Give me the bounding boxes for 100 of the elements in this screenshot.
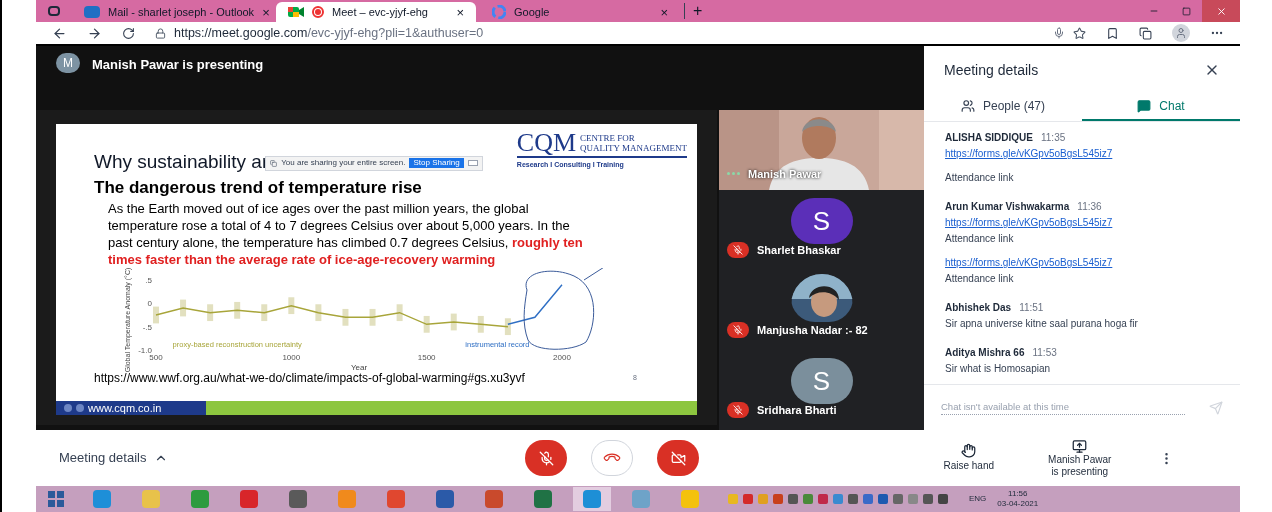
browser-tab[interactable]: Google × (480, 2, 680, 22)
tab-title: Mail - sharlet joseph - Outlook (108, 4, 255, 20)
participant-name: Sridhara Bharti (757, 403, 837, 418)
error-bar (450, 313, 457, 331)
clock[interactable]: 11:56 03-04-2021 (997, 489, 1039, 509)
present-icon (1072, 438, 1088, 454)
message-time: 11:36 (1077, 200, 1102, 214)
error-bar (207, 304, 214, 321)
error-bar (396, 304, 403, 321)
slide-heading: The dangerous trend of temperature rise (93, 176, 423, 198)
close-icon (1215, 5, 1227, 17)
message-link[interactable]: https://forms.gle/vKGpv5oBgsL545iz7 (945, 215, 1240, 230)
y-tick-label: 0 (147, 299, 152, 309)
presenter-avatar: M (56, 53, 80, 73)
error-bar (153, 306, 159, 324)
message-time: 11:51 (1019, 301, 1044, 315)
url-text: https://meet.google.com/evc-yjyf-ehg?pli=1&authuser=0 (174, 24, 484, 42)
logo-line: QUALITY MANAGEMENT (580, 143, 687, 153)
x-tick-label: 1500 (417, 352, 436, 362)
error-bar (423, 315, 430, 333)
source-url: https://www.wwf.org.au/what-we-do/climate/impacts-of-global-warming#gs.xu3yvf (94, 371, 525, 384)
hand-icon (961, 443, 977, 458)
error-bar (342, 308, 349, 326)
start-icon[interactable] (48, 491, 64, 507)
tab-title: Meet – evc-yjyf-ehg (332, 4, 429, 20)
profile-icon[interactable] (1172, 24, 1190, 42)
message-text: Sir what is Homosapian (945, 362, 1052, 376)
x-axis-label: Year (350, 362, 368, 372)
logo-text: CQM (516, 130, 577, 156)
x-tick-label: 2000 (553, 352, 571, 362)
panel-title: Meeting details (944, 60, 1039, 80)
footer-url: www.cqm.co.in (88, 402, 162, 414)
language-indicator[interactable]: ENG (969, 493, 987, 505)
panel-tab[interactable]: Chat (1082, 92, 1240, 121)
y-tick-label: -1.0 (138, 345, 152, 355)
message-link[interactable]: https://forms.gle/vKGpv5oBgsL545iz7 (945, 255, 1240, 270)
message-text: Attendance link (945, 171, 1015, 185)
sender-name: Arun Kumar Vishwakarma (945, 200, 1070, 214)
message-text: Sir apna universe kitne saal purana hoga fir (945, 317, 1139, 331)
message-text: Attendance link (945, 232, 1015, 246)
app-icon[interactable] (573, 487, 611, 511)
error-bar (234, 301, 241, 319)
tab-actions-icon[interactable] (48, 6, 60, 16)
error-bar (288, 297, 295, 314)
error-bar (504, 318, 511, 335)
microphone-button[interactable] (525, 440, 568, 476)
browser-tab[interactable]: Mail - sharlet joseph - Outlook × (72, 2, 272, 22)
error-bar (180, 299, 187, 317)
panel-tab[interactable]: People (47) (924, 92, 1082, 121)
x-tick-label: 1000 (282, 352, 301, 362)
avatar: S (790, 358, 853, 404)
hide-icon[interactable] (467, 160, 478, 166)
favorites-icon[interactable] (1106, 26, 1119, 40)
collections-icon[interactable] (1139, 26, 1152, 40)
message-time: 11:35 (1040, 131, 1066, 145)
raise-hand-button[interactable]: Raise hand (943, 443, 995, 473)
camera-button[interactable] (657, 440, 700, 476)
new-tab-button[interactable]: + (684, 3, 711, 19)
sender-name: Aditya Mishra 66 (945, 346, 1025, 360)
sharing-notice: You are sharing your entire screen. (281, 157, 406, 169)
browser-tab[interactable]: Meet – evc-yjyf-ehg × (276, 2, 476, 22)
url-field[interactable]: https://meet.google.com/evc-yjyf-ehg?pli=1&authuser=0 (155, 23, 1086, 43)
presenter-label: Manish Pawar is presenting (92, 56, 264, 74)
favorite-icon[interactable] (1073, 26, 1086, 40)
forward-icon[interactable] (87, 25, 102, 41)
chat-icon (1137, 98, 1152, 113)
sender-name: ALISHA SIDDIQUE (945, 131, 1033, 145)
y-tick-label: -.5 (142, 322, 152, 332)
tab-close-button[interactable]: × (262, 5, 270, 19)
camera-off-icon (670, 450, 686, 466)
meeting-details-button[interactable]: Meeting details (59, 448, 169, 468)
y-tick-label: .5 (145, 275, 152, 285)
tab-title: Google (514, 4, 551, 20)
mail-icon (84, 6, 100, 18)
stop-sharing-button[interactable]: Stop Sharing (409, 158, 464, 168)
tab-close-button[interactable]: × (660, 5, 668, 19)
message-text: Attendance link (945, 272, 1015, 286)
lock-icon (155, 27, 166, 39)
google-icon (492, 5, 506, 19)
sender-name: Abhishek Das (945, 301, 1012, 315)
people-icon (960, 98, 975, 113)
slide-paragraph: As the Earth moved out of ice ages over the past million years, the global temperature rose a total of 4 to 7 degrees Celsius over about 5,000 years. In the past century alone, the temperature has climbed 0.7 degrees Celsius, roughly ten times faster than the average rate of ice-age-recovery warming (107, 199, 584, 268)
error-bar (369, 308, 376, 326)
message-link[interactable]: https://forms.gle/vKGpv5oBgsL545iz7 (945, 146, 1240, 161)
message-time: 11:53 (1032, 346, 1057, 360)
x-tick-label: 500 (149, 352, 163, 362)
avatar: S (790, 198, 853, 244)
share-icon (270, 159, 278, 167)
camera-icon (288, 6, 304, 18)
logo-line: CENTRE FOR (580, 133, 636, 143)
participant-name: Manjusha Nadar :- 82 (757, 323, 868, 338)
error-bar (261, 304, 268, 321)
slide-title: Why sustainability ar (94, 151, 269, 171)
mic-off-icon (538, 450, 554, 466)
presenting-button[interactable]: Manish Pawar is presenting (1048, 438, 1112, 478)
back-icon[interactable] (52, 25, 67, 41)
participant-name: Sharlet Bhaskar (757, 243, 841, 258)
error-bar (477, 315, 484, 333)
reload-icon[interactable] (122, 26, 135, 40)
tab-close-button[interactable]: × (456, 5, 464, 19)
